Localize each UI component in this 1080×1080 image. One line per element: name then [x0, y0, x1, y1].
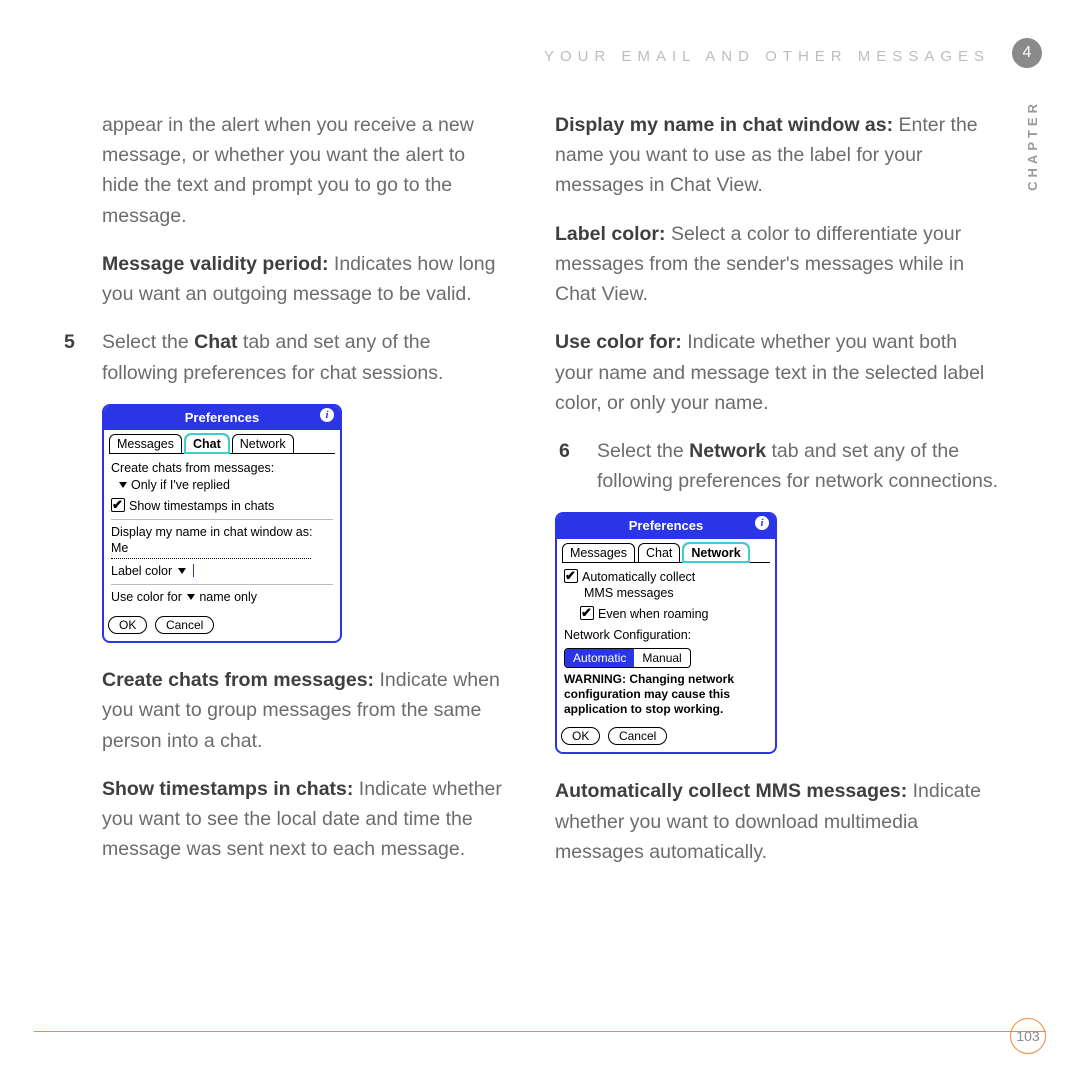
create-chats-dropdown[interactable]: Only if I've replied: [117, 478, 230, 492]
dialog-body: Create chats from messages: Only if I've…: [109, 453, 335, 606]
label-color-label: Label color:: [555, 223, 666, 245]
tab-chat[interactable]: Chat: [185, 434, 229, 453]
use-color-dropdown[interactable]: name only: [185, 590, 257, 604]
section-title: YOUR EMAIL AND OTHER MESSAGES: [0, 48, 990, 65]
create-chats-label: Create chats from messages:: [102, 669, 374, 691]
step-6-number: 6: [559, 436, 583, 496]
timestamps-row: Show timestamps in chats: [111, 498, 333, 515]
display-name-field[interactable]: Me: [111, 540, 311, 559]
message-validity-label: Message validity period:: [102, 253, 329, 275]
text-cursor: [193, 564, 195, 577]
warning-text: WARNING: Changing network configuration …: [564, 672, 768, 717]
display-name-row: Display my name in chat window as: Me: [111, 519, 333, 560]
step-6-text: Select the Network tab and set any of th…: [597, 436, 1000, 496]
mode-automatic[interactable]: Automatic: [565, 649, 634, 667]
timestamps-para: Show timestamps in chats: Indicate wheth…: [60, 774, 505, 865]
left-column: appear in the alert when you receive a n…: [60, 110, 505, 885]
tab-network[interactable]: Network: [232, 434, 294, 453]
network-preferences-dialog: Preferences i Messages Chat Network Auto…: [555, 512, 777, 754]
dialog-body: Automatically collect MMS messages Even …: [562, 562, 770, 718]
netconf-label: Network Configuration:: [564, 627, 768, 644]
dialog-title-bar: Preferences i: [557, 514, 775, 538]
ok-button[interactable]: OK: [108, 616, 147, 634]
use-color-label: Use color for:: [555, 331, 682, 353]
footer-rule: [34, 1031, 1046, 1032]
dialog-title-bar: Preferences i: [104, 406, 340, 430]
timestamps-label: Show timestamps in chats:: [102, 778, 353, 800]
step-5-text: Select the Chat tab and set any of the f…: [102, 327, 505, 387]
content-columns: appear in the alert when you receive a n…: [0, 90, 1080, 885]
tab-chat[interactable]: Chat: [638, 543, 680, 562]
chapter-badge: 4: [1012, 38, 1042, 68]
dialog-buttons: OK Cancel: [557, 721, 775, 752]
chapter-side-label: CHAPTER: [1025, 100, 1040, 191]
step-5: 5 Select the Chat tab and set any of the…: [60, 327, 505, 387]
mode-manual[interactable]: Manual: [634, 649, 689, 667]
display-name-label: Display my name in chat window as:: [555, 114, 893, 136]
intro-continuation: appear in the alert when you receive a n…: [60, 110, 505, 231]
cancel-button[interactable]: Cancel: [155, 616, 214, 634]
auto-collect-row: Automatically collect MMS messages: [564, 569, 768, 603]
label-color-row: Label color: [111, 563, 333, 580]
page-number: 103: [1010, 1018, 1046, 1054]
auto-collect-para: Automatically collect MMS messages: Indi…: [555, 776, 1000, 867]
info-icon[interactable]: i: [320, 408, 334, 422]
timestamps-checkbox[interactable]: [111, 498, 125, 512]
auto-collect-checkbox[interactable]: [564, 569, 578, 583]
label-color-dropdown[interactable]: [176, 564, 190, 578]
info-icon[interactable]: i: [755, 516, 769, 530]
roaming-row: Even when roaming: [580, 606, 768, 623]
right-column: Display my name in chat window as: Enter…: [555, 110, 1000, 885]
message-validity-para: Message validity period: Indicates how l…: [60, 249, 505, 309]
roaming-checkbox[interactable]: [580, 606, 594, 620]
dialog-tabs: Messages Chat Network: [104, 430, 340, 453]
display-name-para: Display my name in chat window as: Enter…: [555, 110, 1000, 201]
use-color-row: Use color for name only: [111, 584, 333, 606]
ok-button[interactable]: OK: [561, 727, 600, 745]
step-5-number: 5: [64, 327, 88, 387]
use-color-para: Use color for: Indicate whether you want…: [555, 327, 1000, 418]
dialog-tabs: Messages Chat Network: [557, 539, 775, 562]
header: YOUR EMAIL AND OTHER MESSAGES 4: [0, 0, 1080, 90]
cancel-button[interactable]: Cancel: [608, 727, 667, 745]
tab-network[interactable]: Network: [683, 543, 748, 562]
tab-messages[interactable]: Messages: [562, 543, 635, 562]
label-color-para: Label color: Select a color to different…: [555, 219, 1000, 310]
dialog-title: Preferences: [629, 516, 703, 536]
netconf-switch[interactable]: Automatic Manual: [564, 648, 691, 668]
chat-preferences-dialog: Preferences i Messages Chat Network Crea…: [102, 404, 342, 643]
tab-messages[interactable]: Messages: [109, 434, 182, 453]
create-chats-row: Create chats from messages: Only if I've…: [111, 460, 333, 494]
auto-collect-label: Automatically collect MMS messages:: [555, 780, 907, 802]
step-6: 6 Select the Network tab and set any of …: [555, 436, 1000, 496]
manual-page: YOUR EMAIL AND OTHER MESSAGES 4 CHAPTER …: [0, 0, 1080, 1080]
create-chats-para: Create chats from messages: Indicate whe…: [60, 665, 505, 756]
dialog-title: Preferences: [185, 408, 259, 428]
netconf-switch-row: Automatic Manual: [564, 648, 768, 668]
dialog-buttons: OK Cancel: [104, 610, 340, 641]
